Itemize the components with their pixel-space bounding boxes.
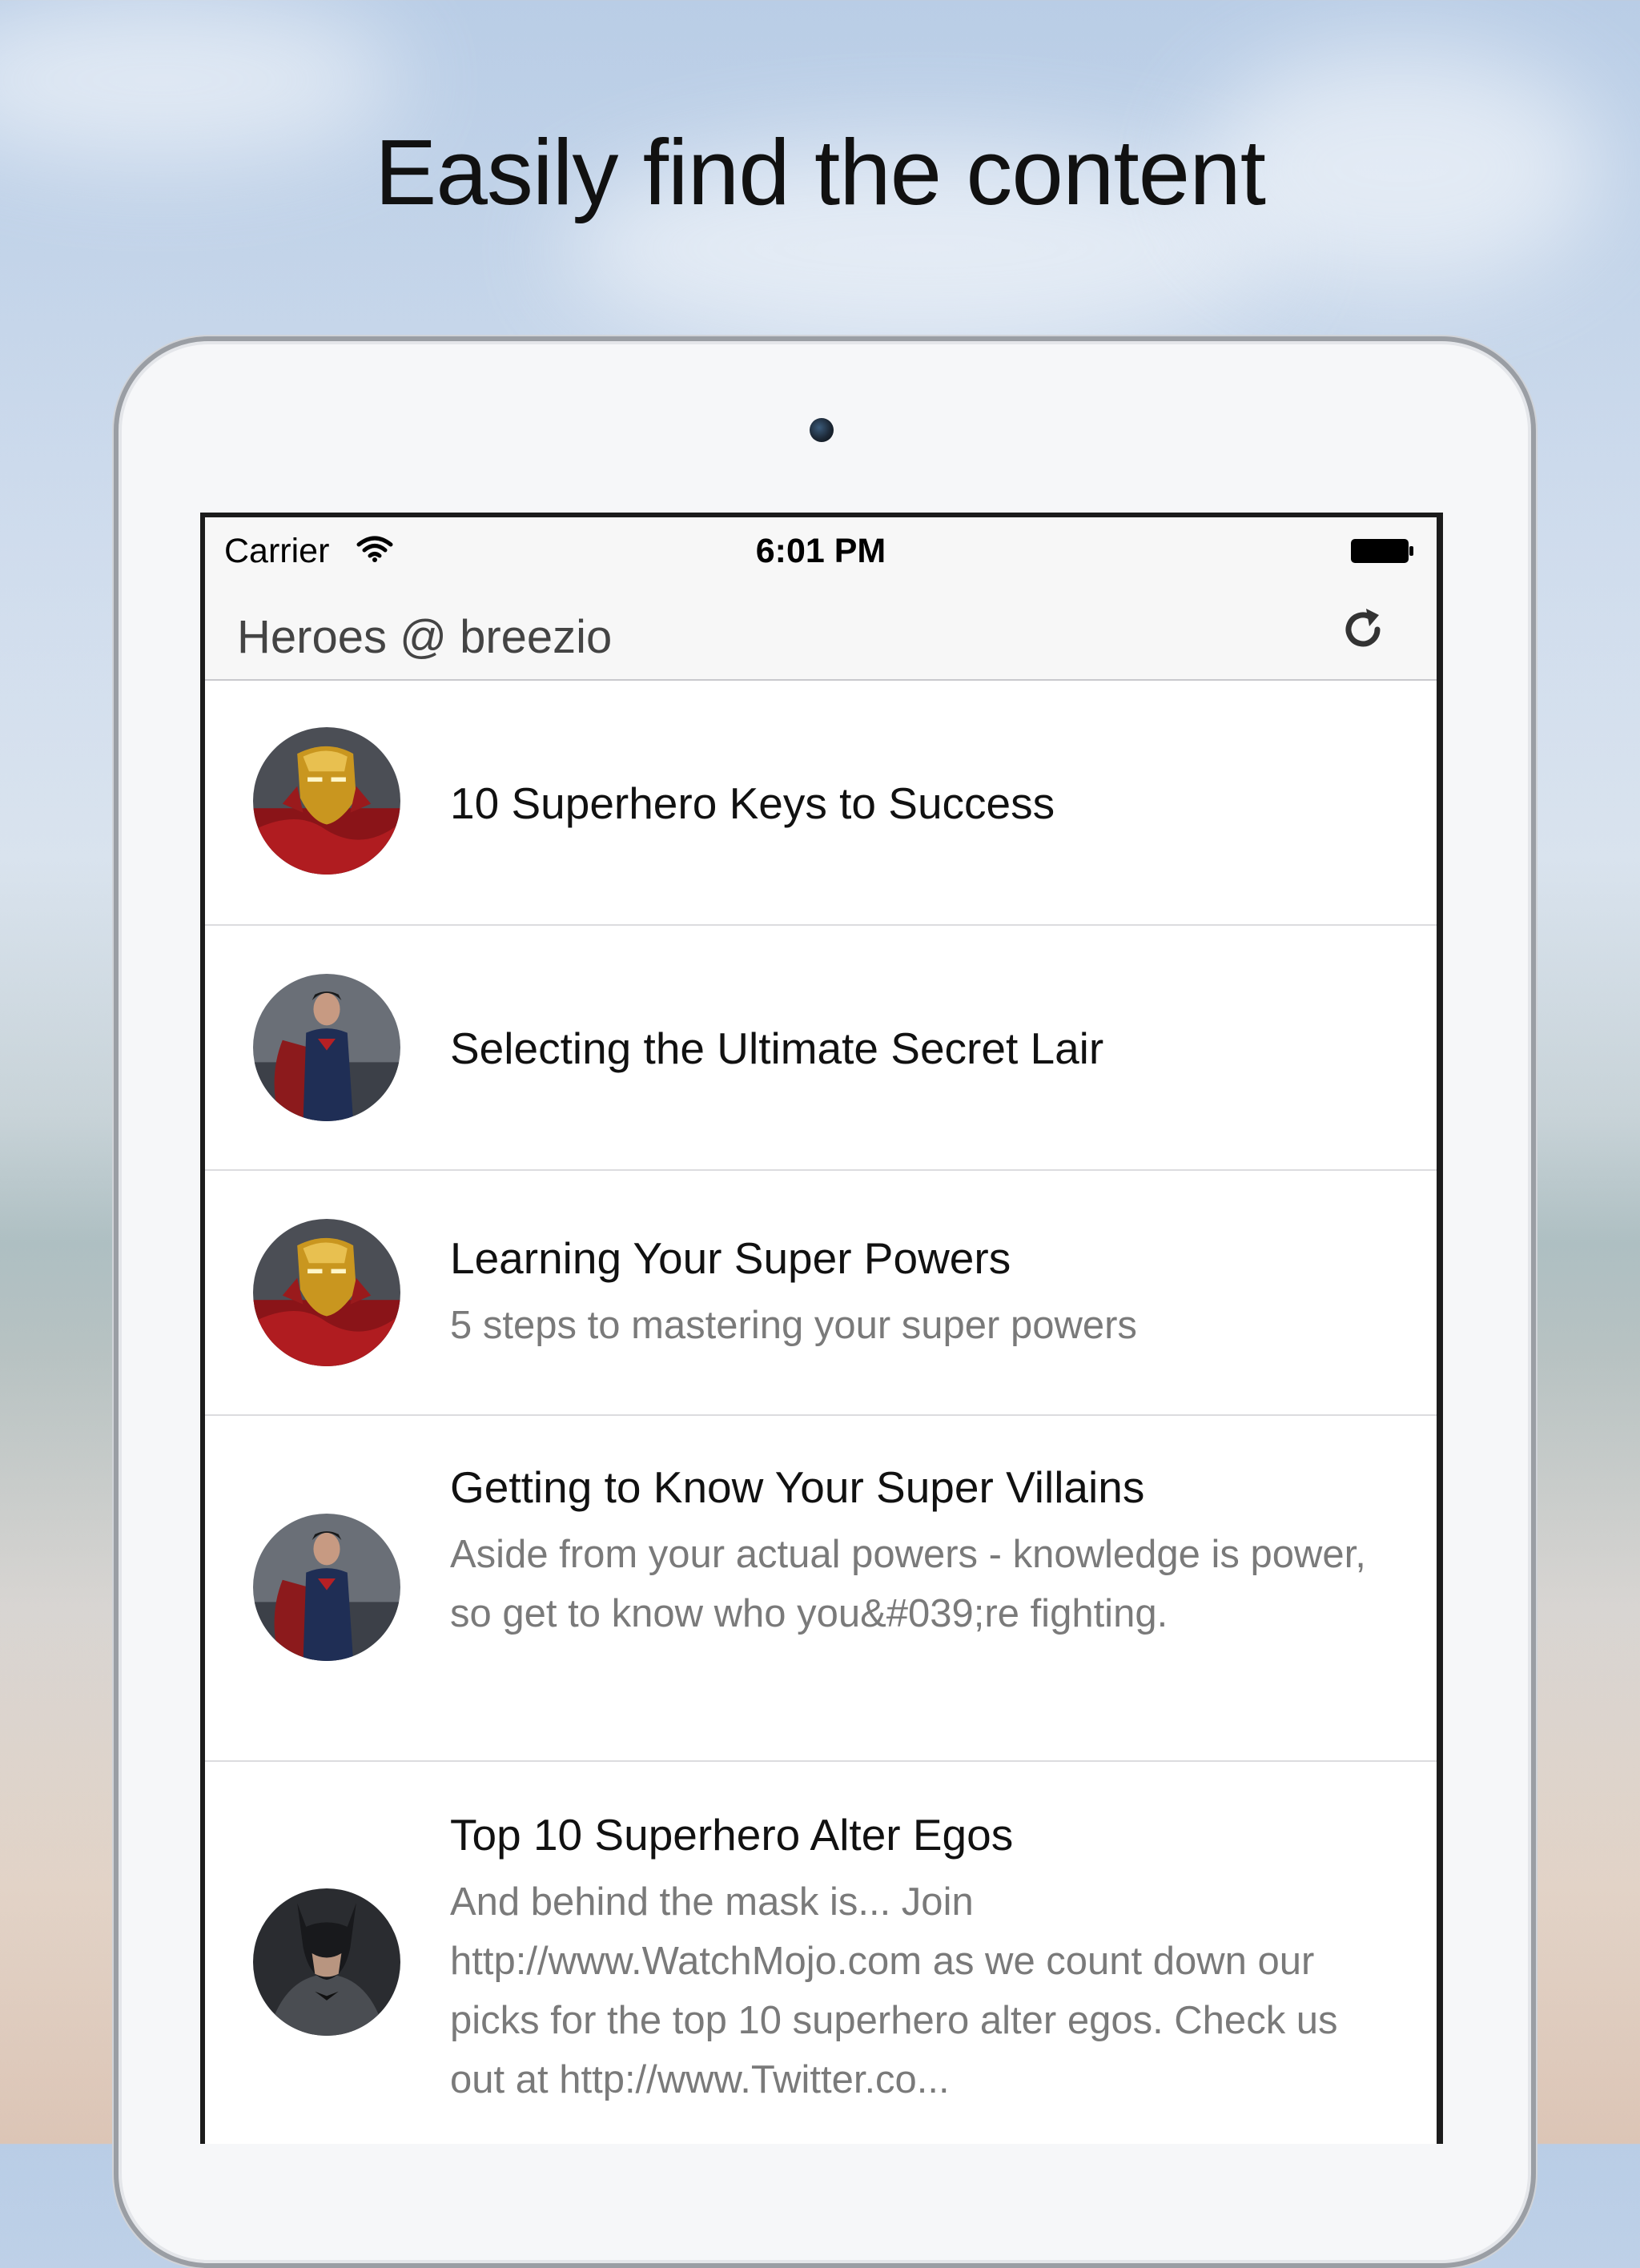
front-camera xyxy=(810,418,834,442)
item-text: Learning Your Super Powers 5 steps to ma… xyxy=(450,1228,1389,1355)
item-text: Getting to Know Your Super Villains Asid… xyxy=(450,1458,1389,1643)
refresh-icon[interactable] xyxy=(1334,601,1392,658)
item-text: 10 Superhero Keys to Success xyxy=(450,774,1389,833)
item-title: Learning Your Super Powers xyxy=(450,1233,1011,1283)
item-text: Selecting the Ultimate Secret Lair xyxy=(450,1019,1389,1078)
marketing-headline: Easily find the content xyxy=(375,119,1266,224)
device-screen: Carrier 6:01 PM Heroes @ breezio 10 Supe… xyxy=(200,513,1443,2144)
item-subtitle: 5 steps to mastering your super powers xyxy=(450,1304,1137,1347)
avatar-iron-man xyxy=(253,727,400,875)
item-title: Selecting the Ultimate Secret Lair xyxy=(450,1023,1104,1073)
app-screen: Carrier 6:01 PM Heroes @ breezio 10 Supe… xyxy=(205,517,1437,2144)
list-item[interactable]: Selecting the Ultimate Secret Lair xyxy=(205,926,1437,1171)
item-title: 10 Superhero Keys to Success xyxy=(450,778,1055,828)
list-item[interactable]: Getting to Know Your Super Villains Asid… xyxy=(205,1416,1437,1762)
avatar-superman xyxy=(253,1514,400,1661)
list-item[interactable]: Top 10 Superhero Alter Egos And behind t… xyxy=(205,1762,1437,2144)
nav-title: Heroes @ breezio xyxy=(237,611,613,663)
list-item[interactable]: 10 Superhero Keys to Success xyxy=(205,681,1437,926)
avatar-iron-man xyxy=(253,1219,400,1366)
item-subtitle: Aside from your actual powers - knowledg… xyxy=(450,1533,1366,1635)
list-item[interactable]: Learning Your Super Powers 5 steps to ma… xyxy=(205,1171,1437,1416)
avatar-batman xyxy=(253,1888,400,2036)
status-time: 6:01 PM xyxy=(755,532,886,570)
item-subtitle: And behind the mask is... Join http://ww… xyxy=(450,1880,1338,2101)
navigation-bar: Heroes @ breezio xyxy=(205,578,1437,681)
status-bar: Carrier 6:01 PM xyxy=(205,517,1437,578)
battery-icon xyxy=(1351,539,1413,563)
item-title: Top 10 Superhero Alter Egos xyxy=(450,1810,1014,1860)
avatar-superman xyxy=(253,974,400,1121)
item-title: Getting to Know Your Super Villains xyxy=(450,1462,1145,1512)
item-text: Top 10 Superhero Alter Egos And behind t… xyxy=(450,1805,1389,2109)
